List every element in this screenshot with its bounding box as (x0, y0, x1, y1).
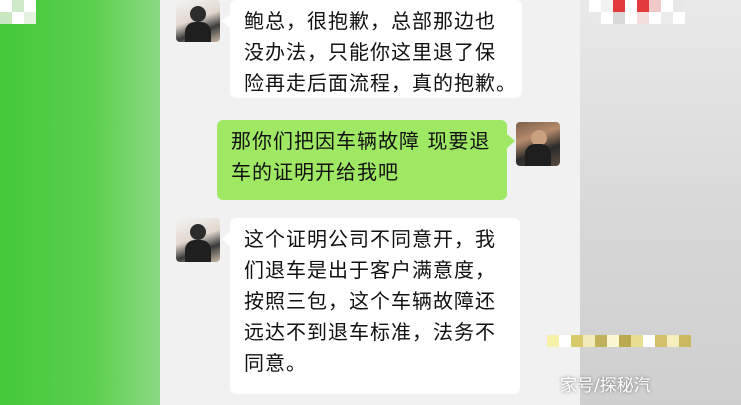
message-line: 按照三包，这个车辆故障还 (244, 289, 496, 313)
contact-avatar-1[interactable] (176, 0, 220, 42)
left-background (0, 0, 165, 405)
message-line: 那你们把因车辆故障 现要退 (231, 129, 491, 153)
chat-panel: 鲍总，很抱歉，总部那边也 没办法，只能你这里退了保 险再走后面流程，真的抱歉。 … (160, 0, 580, 405)
message-line: 们退车是出于客户满意度， (244, 258, 496, 282)
message-bubble-sent[interactable]: 那你们把因车辆故障 现要退 车的证明开给我吧 (217, 120, 515, 200)
self-avatar[interactable] (516, 122, 560, 166)
mosaic-top-left (0, 0, 36, 12)
mosaic-watermark-blur (547, 335, 691, 347)
source-watermark: 家号/探秘汽 (560, 376, 651, 396)
message-bubble-received-1[interactable]: 鲍总，很抱歉，总部那边也 没办法，只能你这里退了保 险再走后面流程，真的抱歉。 (222, 0, 522, 98)
message-line: 险再走后面流程，真的抱歉。 (244, 71, 517, 95)
message-line: 这个证明公司不同意开，我 (244, 227, 496, 251)
message-bubble-received-2[interactable]: 这个证明公司不同意开，我 们退车是出于客户满意度， 按照三包，这个车辆故障还 远… (222, 218, 520, 394)
mosaic-top-left-2 (0, 12, 36, 24)
message-line: 没办法，只能你这里退了保 (244, 40, 496, 64)
message-line: 同意。 (244, 351, 307, 375)
message-line: 鲍总，很抱歉，总部那边也 (244, 9, 496, 33)
mosaic-top-right-2 (589, 12, 685, 24)
contact-avatar-2[interactable] (176, 218, 220, 262)
message-line: 远达不到退车标准，法务不 (244, 320, 496, 344)
message-line: 车的证明开给我吧 (231, 160, 399, 184)
mosaic-top-right (589, 0, 685, 12)
